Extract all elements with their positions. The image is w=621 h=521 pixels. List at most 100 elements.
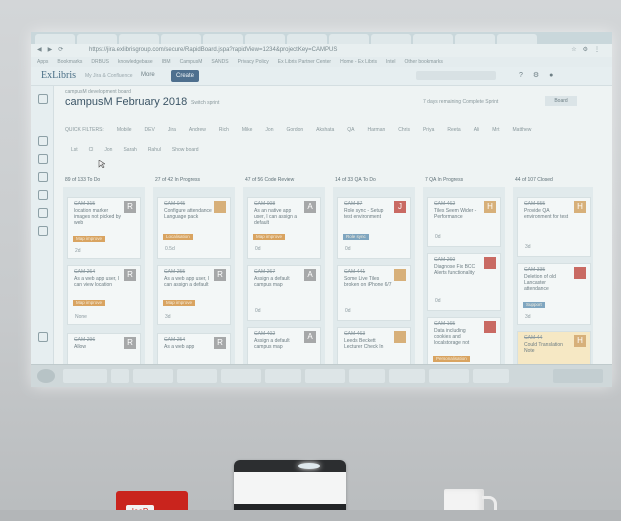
filter-item[interactable]: Matthew bbox=[513, 127, 532, 133]
filter-item[interactable]: Andrew bbox=[189, 127, 206, 133]
issue-card[interactable]: CAM-264 As a web app user, I can view lo… bbox=[67, 265, 141, 325]
filter-item[interactable]: Ali bbox=[474, 127, 480, 133]
browser-tab[interactable] bbox=[329, 34, 369, 44]
start-button-icon[interactable] bbox=[37, 369, 55, 383]
board-icon[interactable] bbox=[38, 154, 48, 164]
browser-tab[interactable] bbox=[413, 34, 453, 44]
issue-card[interactable]: CAM-165 Data including cookies and local… bbox=[427, 317, 501, 367]
more-menu[interactable]: More bbox=[141, 72, 155, 78]
issue-card[interactable]: CAM-315 location marker images not picke… bbox=[67, 197, 141, 259]
issue-card[interactable]: CAM-267 Assign a default campus map 0d A bbox=[247, 265, 321, 321]
issue-card[interactable]: CAM-655 Provide QA environment for test … bbox=[517, 197, 591, 257]
search-input[interactable] bbox=[416, 71, 496, 80]
board-menu-button[interactable]: Board bbox=[545, 96, 577, 106]
issue-card[interactable]: CAM-260 Diagnose Fix BCC Alerts function… bbox=[427, 253, 501, 311]
taskbar-app[interactable] bbox=[305, 369, 345, 383]
filter-item[interactable]: Jira bbox=[168, 127, 176, 133]
taskbar-app[interactable] bbox=[349, 369, 385, 383]
issue-key[interactable]: CAM-165 bbox=[434, 321, 455, 327]
browser-tab[interactable] bbox=[371, 34, 411, 44]
issue-card[interactable]: CAM-045 Configure attendance Language pa… bbox=[157, 197, 231, 259]
quick-filter[interactable]: Jon bbox=[104, 147, 112, 153]
bookmark[interactable]: Home - Ex Libris bbox=[340, 59, 377, 65]
taskbar-app[interactable] bbox=[63, 369, 107, 383]
project-breadcrumb[interactable]: campusM development board bbox=[65, 89, 131, 95]
issue-card[interactable]: CAM-402 Assign a default campus map A bbox=[247, 327, 321, 367]
browser-tab[interactable] bbox=[161, 34, 201, 44]
issue-card[interactable]: CAM-255 As a web app user, I can assign … bbox=[157, 265, 231, 325]
browser-tab[interactable] bbox=[77, 34, 117, 44]
taskbar-app[interactable] bbox=[133, 369, 173, 383]
issue-key[interactable]: CAM-254 bbox=[164, 337, 185, 343]
bookmark[interactable]: Other bookmarks bbox=[405, 59, 443, 65]
filter-item[interactable]: Mobile bbox=[117, 127, 132, 133]
bookmark[interactable]: SANDS bbox=[211, 59, 228, 65]
quick-filter[interactable]: Lst bbox=[71, 147, 78, 153]
url-text[interactable]: https://jira.exlibrisgroup.com/secure/Ra… bbox=[89, 44, 337, 57]
issue-card[interactable]: CAM-44 Could Translation Note H bbox=[517, 331, 591, 367]
project-icon[interactable] bbox=[38, 94, 48, 104]
issue-key[interactable]: CAM-045 bbox=[164, 201, 185, 207]
exlibris-logo[interactable]: ExLibris bbox=[41, 70, 76, 81]
browser-tab[interactable] bbox=[497, 34, 537, 44]
taskbar-app[interactable] bbox=[389, 369, 425, 383]
bookmark[interactable]: Intel bbox=[386, 59, 395, 65]
taskbar-app[interactable] bbox=[265, 369, 301, 383]
taskbar-app[interactable] bbox=[221, 369, 261, 383]
bookmark[interactable]: CampusM bbox=[180, 59, 203, 65]
browser-tab[interactable] bbox=[203, 34, 243, 44]
issue-key[interactable]: CAM-267 bbox=[254, 269, 275, 275]
issue-key[interactable]: CAM-441 bbox=[344, 269, 365, 275]
create-button[interactable]: Create bbox=[171, 70, 199, 82]
back-forward-reload-icon[interactable]: ◀▶⟳ bbox=[37, 44, 69, 57]
filter-item[interactable]: Chris bbox=[398, 127, 410, 133]
issue-card[interactable]: CAM-463 Leeds Beckett Lecturer Check In bbox=[337, 327, 411, 367]
filter-item[interactable]: Akshata bbox=[316, 127, 334, 133]
bookmark[interactable]: Ex Libris Partner Center bbox=[278, 59, 331, 65]
issue-card[interactable]: CAM-296 Allow R bbox=[67, 333, 141, 367]
issue-card[interactable]: CAM-335 Deletion of old Lancaster attend… bbox=[517, 263, 591, 325]
bookmark[interactable]: DRBUS bbox=[91, 59, 109, 65]
issue-key[interactable]: CAM-260 bbox=[434, 257, 455, 263]
issue-card[interactable]: CAM-441 Some Live Tiles broken on iPhone… bbox=[337, 265, 411, 321]
issue-key[interactable]: CAM-264 bbox=[74, 269, 95, 275]
filter-item[interactable]: QA bbox=[347, 127, 354, 133]
filter-item[interactable]: Gordon bbox=[286, 127, 303, 133]
issue-key[interactable]: CAM-44 bbox=[524, 335, 542, 341]
taskbar-app[interactable] bbox=[177, 369, 217, 383]
filter-item[interactable]: DEV bbox=[145, 127, 155, 133]
filter-item[interactable]: Mike bbox=[242, 127, 253, 133]
reports-icon[interactable] bbox=[38, 172, 48, 182]
components-icon[interactable] bbox=[38, 226, 48, 236]
issue-key[interactable]: CAM-87 bbox=[344, 201, 362, 207]
quick-filter[interactable]: Sarah bbox=[123, 147, 136, 153]
issue-key[interactable]: CAM-402 bbox=[254, 331, 275, 337]
browser-tab[interactable] bbox=[119, 34, 159, 44]
filter-item[interactable]: Reeta bbox=[447, 127, 460, 133]
address-bar[interactable]: ◀▶⟳ https://jira.exlibrisgroup.com/secur… bbox=[31, 44, 612, 57]
issue-card[interactable]: CAM-254 As a web app R bbox=[157, 333, 231, 367]
filter-item[interactable]: Mrt bbox=[492, 127, 499, 133]
issue-key[interactable]: CAM-296 bbox=[74, 337, 95, 343]
sprint-remaining[interactable]: 7 days remaining Complete Sprint bbox=[423, 99, 498, 105]
quick-filter[interactable]: Cl bbox=[89, 147, 94, 153]
backlog-icon[interactable] bbox=[38, 136, 48, 146]
settings-icon[interactable] bbox=[38, 332, 48, 342]
issues-icon[interactable] bbox=[38, 208, 48, 218]
bookmark[interactable]: Bookmarks bbox=[57, 59, 82, 65]
browser-menu-icon[interactable]: ☆⚙⋮ bbox=[571, 44, 606, 57]
browser-tab[interactable] bbox=[287, 34, 327, 44]
browser-tab[interactable] bbox=[245, 34, 285, 44]
quick-filter[interactable]: Show board bbox=[172, 147, 199, 153]
issue-key[interactable]: CAM-655 bbox=[524, 201, 545, 207]
filter-item[interactable]: Priya bbox=[423, 127, 434, 133]
taskbar-app[interactable] bbox=[429, 369, 469, 383]
issue-key[interactable]: CAM-255 bbox=[164, 269, 185, 275]
browser-tab[interactable] bbox=[35, 34, 75, 44]
filter-item[interactable]: Rich bbox=[219, 127, 229, 133]
switch-sprint-link[interactable]: Switch sprint bbox=[191, 100, 219, 106]
issue-key[interactable]: CAM-008 bbox=[254, 201, 275, 207]
issue-card[interactable]: CAM-008 As an native app user, I can ass… bbox=[247, 197, 321, 259]
issue-card[interactable]: CAM-87 Role sync - Setup test environmen… bbox=[337, 197, 411, 259]
browser-tab[interactable] bbox=[455, 34, 495, 44]
